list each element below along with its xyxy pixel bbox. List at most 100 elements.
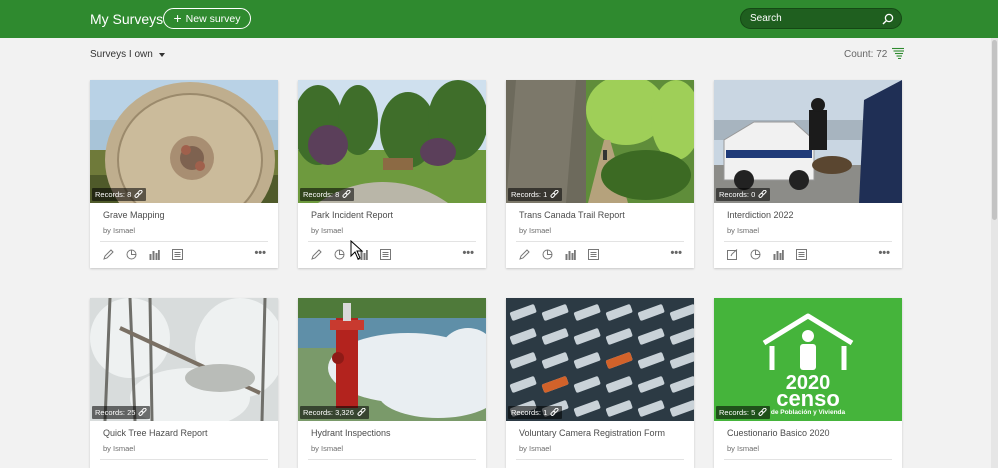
link-icon[interactable] bbox=[357, 408, 366, 417]
edit-survey-icon[interactable] bbox=[727, 249, 738, 260]
filter-label: Surveys I own bbox=[90, 49, 153, 60]
survey-thumbnail[interactable]: Records: 0 bbox=[714, 80, 902, 203]
records-count: Records: 0 bbox=[719, 190, 756, 199]
records-count: Records: 3,326 bbox=[303, 408, 354, 417]
divider bbox=[516, 241, 684, 242]
pencil-icon[interactable] bbox=[103, 249, 114, 260]
records-badge[interactable]: Records: 8 bbox=[300, 188, 355, 201]
link-icon[interactable] bbox=[550, 190, 559, 199]
data-chart-icon[interactable] bbox=[565, 249, 576, 260]
survey-owner: by Ismael bbox=[311, 226, 344, 235]
records-count: Records: 1 bbox=[511, 408, 548, 417]
survey-thumbnail[interactable]: Records: 1 bbox=[506, 298, 694, 421]
trail-thumbnail-image bbox=[506, 80, 694, 203]
records-badge[interactable]: Records: 1 bbox=[508, 188, 563, 201]
survey-owner: by Ismael bbox=[519, 226, 552, 235]
form-icon[interactable] bbox=[796, 249, 807, 260]
data-chart-icon[interactable] bbox=[773, 249, 784, 260]
survey-title[interactable]: Park Incident Report bbox=[311, 210, 393, 220]
park-thumbnail-image bbox=[298, 80, 486, 203]
survey-title[interactable]: Voluntary Camera Registration Form bbox=[519, 428, 665, 438]
more-icon[interactable]: ••• bbox=[670, 247, 682, 259]
camera-thumbnail-image bbox=[506, 298, 694, 421]
divider bbox=[100, 241, 268, 242]
survey-thumbnail[interactable]: Records: 25 bbox=[90, 298, 278, 421]
analyze-icon[interactable] bbox=[750, 249, 761, 260]
divider bbox=[308, 241, 476, 242]
records-badge[interactable]: Records: 1 bbox=[508, 406, 563, 419]
records-count: Records: 8 bbox=[303, 190, 340, 199]
link-icon[interactable] bbox=[758, 408, 767, 417]
more-icon[interactable]: ••• bbox=[462, 247, 474, 259]
records-badge[interactable]: Records: 3,326 bbox=[300, 406, 369, 419]
divider bbox=[308, 459, 476, 460]
police-thumbnail-image bbox=[714, 80, 902, 203]
pencil-icon[interactable] bbox=[311, 249, 322, 260]
survey-card[interactable]: Records: 3,326 Hydrant Inspections by Is… bbox=[298, 298, 486, 468]
survey-card[interactable]: Records: 25 Quick Tree Hazard Report by … bbox=[90, 298, 278, 468]
survey-card[interactable]: Records: 0 Interdiction 2022 by Ismael •… bbox=[714, 80, 902, 268]
survey-thumbnail[interactable]: 2020 censo de Población y Vivienda Recor… bbox=[714, 298, 902, 421]
form-icon[interactable] bbox=[380, 249, 391, 260]
survey-owner: by Ismael bbox=[103, 444, 136, 453]
records-badge[interactable]: Records: 0 bbox=[716, 188, 771, 201]
card-actions: ••• bbox=[519, 247, 684, 261]
search-box[interactable] bbox=[740, 8, 902, 29]
link-icon[interactable] bbox=[134, 190, 143, 199]
survey-title[interactable]: Interdiction 2022 bbox=[727, 210, 794, 220]
form-icon[interactable] bbox=[172, 249, 183, 260]
survey-title[interactable]: Quick Tree Hazard Report bbox=[103, 428, 208, 438]
link-icon[interactable] bbox=[758, 190, 767, 199]
data-chart-icon[interactable] bbox=[149, 249, 160, 260]
records-badge[interactable]: Records: 5 bbox=[716, 406, 771, 419]
new-survey-label: New survey bbox=[185, 12, 241, 25]
plus-icon: + bbox=[173, 9, 182, 26]
analyze-icon[interactable] bbox=[542, 249, 553, 260]
form-icon[interactable] bbox=[588, 249, 599, 260]
records-count: Records: 25 bbox=[95, 408, 136, 417]
survey-card[interactable]: Records: 1 Trans Canada Trail Report by … bbox=[506, 80, 694, 268]
card-actions: ••• bbox=[727, 247, 892, 261]
data-chart-icon[interactable] bbox=[357, 249, 368, 260]
survey-owner: by Ismael bbox=[727, 226, 760, 235]
page-title: My Surveys bbox=[90, 11, 164, 27]
analyze-icon[interactable] bbox=[334, 249, 345, 260]
censo-subtitle: de Población y Vivienda bbox=[771, 409, 846, 416]
survey-title[interactable]: Hydrant Inspections bbox=[311, 428, 391, 438]
search-icon[interactable] bbox=[882, 13, 894, 25]
records-count: Records: 5 bbox=[719, 408, 756, 417]
search-input[interactable] bbox=[750, 13, 880, 24]
survey-title[interactable]: Trans Canada Trail Report bbox=[519, 210, 625, 220]
link-icon[interactable] bbox=[550, 408, 559, 417]
survey-card[interactable]: Records: 8 Park Incident Report by Ismae… bbox=[298, 80, 486, 268]
survey-card[interactable]: Records: 8 Grave Mapping by Ismael ••• bbox=[90, 80, 278, 268]
survey-card[interactable]: Records: 1 Voluntary Camera Registration… bbox=[506, 298, 694, 468]
survey-card[interactable]: 2020 censo de Población y Vivienda Recor… bbox=[714, 298, 902, 468]
scrollbar-thumb[interactable] bbox=[992, 40, 997, 220]
link-icon[interactable] bbox=[342, 190, 351, 199]
pencil-icon[interactable] bbox=[519, 249, 530, 260]
records-badge[interactable]: Records: 8 bbox=[92, 188, 147, 201]
scrollbar[interactable] bbox=[991, 38, 998, 468]
survey-title[interactable]: Cuestionario Basico 2020 bbox=[727, 428, 830, 438]
link-icon[interactable] bbox=[138, 408, 147, 417]
survey-title[interactable]: Grave Mapping bbox=[103, 210, 165, 220]
survey-thumbnail[interactable]: Records: 1 bbox=[506, 80, 694, 203]
card-actions: ••• bbox=[311, 247, 476, 261]
records-count: Records: 8 bbox=[95, 190, 132, 199]
divider bbox=[100, 459, 268, 460]
surveys-filter-dropdown[interactable]: Surveys I own bbox=[90, 49, 165, 60]
sort-icon[interactable] bbox=[892, 47, 904, 59]
card-actions: ••• bbox=[103, 247, 268, 261]
analyze-icon[interactable] bbox=[126, 249, 137, 260]
new-survey-button[interactable]: + New survey bbox=[163, 8, 251, 29]
records-badge[interactable]: Records: 25 bbox=[92, 406, 151, 419]
top-bar: My Surveys + New survey bbox=[0, 0, 998, 38]
survey-thumbnail[interactable]: Records: 8 bbox=[298, 80, 486, 203]
censo-logo-image: 2020 censo de Población y Vivienda bbox=[714, 298, 902, 421]
more-icon[interactable]: ••• bbox=[254, 247, 266, 259]
more-icon[interactable]: ••• bbox=[878, 247, 890, 259]
survey-thumbnail[interactable]: Records: 8 bbox=[90, 80, 278, 203]
survey-thumbnail[interactable]: Records: 3,326 bbox=[298, 298, 486, 421]
censo-word: censo bbox=[776, 386, 840, 411]
